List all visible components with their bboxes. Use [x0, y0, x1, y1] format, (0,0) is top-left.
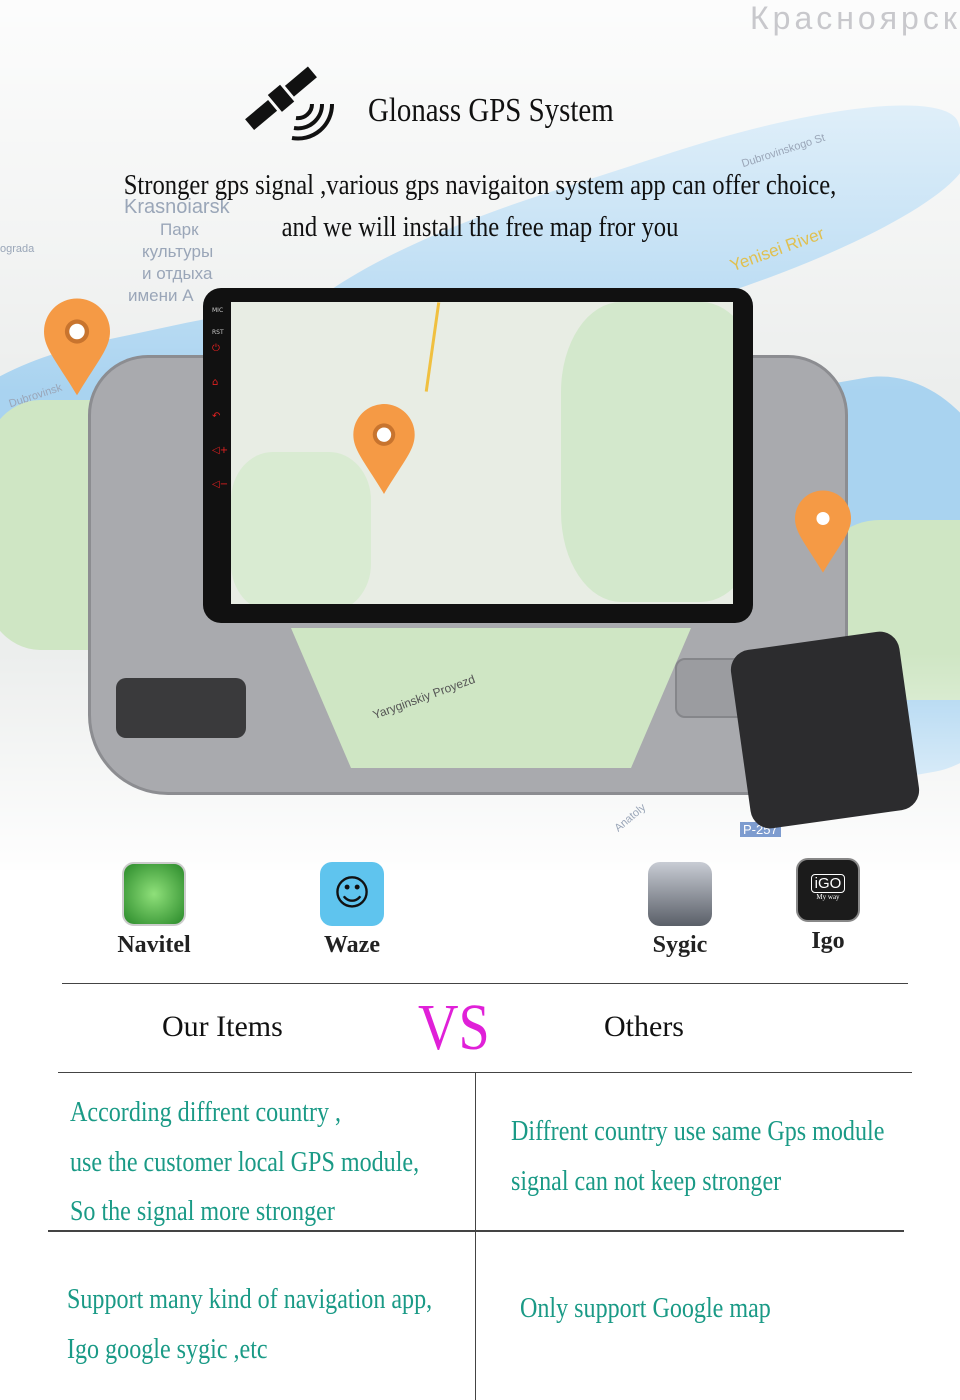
map-label: и отдыха — [142, 264, 213, 283]
others-row2-line1: Only support Google map — [520, 1293, 771, 1324]
map-label: ograda — [0, 243, 35, 255]
igo-badge: iGO — [810, 874, 846, 893]
page-title: Glonass GPS System — [368, 92, 614, 129]
ours-row1-line3: So the signal more stronger — [70, 1196, 335, 1227]
igo-badge-sub: My way — [816, 893, 840, 901]
map-label: Красноярск — [750, 0, 960, 36]
ours-row2-line2: Igo google sygic ,etc — [67, 1334, 268, 1365]
hero-map-background: Красноярск Krasnoiarsk Парк культуры и о… — [0, 0, 960, 870]
app-label: Navitel — [117, 932, 191, 958]
ours-row2-line1: Support many kind of navigation app, — [67, 1284, 433, 1315]
map-label: имени А — [128, 286, 194, 305]
others-header: Others — [604, 1010, 684, 1043]
satellite-icon — [245, 66, 335, 141]
others-row1-line2: signal can not keep stronger — [511, 1166, 782, 1197]
column-divider — [475, 1073, 476, 1400]
igo-icon: iGO My way — [796, 858, 860, 922]
mic-label: MIC — [212, 307, 224, 314]
others-row1-line1: Diffrent country use same Gps module — [511, 1116, 885, 1147]
head-unit-screen: MIC RST ⏻ ⌂ ↶ ◁+ ◁− — [203, 288, 753, 623]
location-pin-icon — [353, 404, 415, 494]
home-icon[interactable]: ⌂ — [212, 378, 224, 388]
navitel-icon — [122, 862, 186, 926]
ours-row1-line2: use the customer local GPS module, — [70, 1147, 420, 1178]
divider — [58, 1072, 912, 1073]
app-sygic[interactable]: Sygic — [620, 862, 740, 959]
app-label: Sygic — [652, 932, 708, 958]
rst-label: RST — [212, 329, 224, 336]
location-pin-icon — [795, 490, 851, 573]
power-icon[interactable]: ⏻ — [212, 344, 224, 354]
map-view[interactable] — [231, 302, 733, 604]
sygic-icon — [648, 862, 712, 926]
waze-icon: ☺ — [320, 862, 384, 926]
divider — [62, 983, 908, 984]
app-igo[interactable]: iGO My way Igo — [768, 858, 888, 955]
ours-row1-line1: According diffrent country , — [70, 1097, 342, 1128]
volume-up-icon[interactable]: ◁+ — [212, 446, 228, 456]
app-label: Waze — [324, 932, 380, 958]
back-icon[interactable]: ↶ — [212, 412, 224, 422]
map-label: культуры — [142, 242, 214, 261]
row-divider — [48, 1230, 904, 1232]
subtitle-line-2: and we will install the free map fror yo… — [281, 212, 679, 243]
app-label: Igo — [811, 928, 845, 954]
subtitle-line-1: Stronger gps signal ,various gps navigai… — [123, 170, 837, 201]
vs-label: VS — [418, 991, 490, 1064]
our-items-header: Our Items — [162, 1010, 283, 1043]
app-waze[interactable]: ☺ Waze — [292, 862, 412, 959]
app-navitel[interactable]: Navitel — [94, 862, 214, 959]
volume-down-icon[interactable]: ◁− — [212, 480, 228, 490]
gps-module — [728, 629, 922, 831]
